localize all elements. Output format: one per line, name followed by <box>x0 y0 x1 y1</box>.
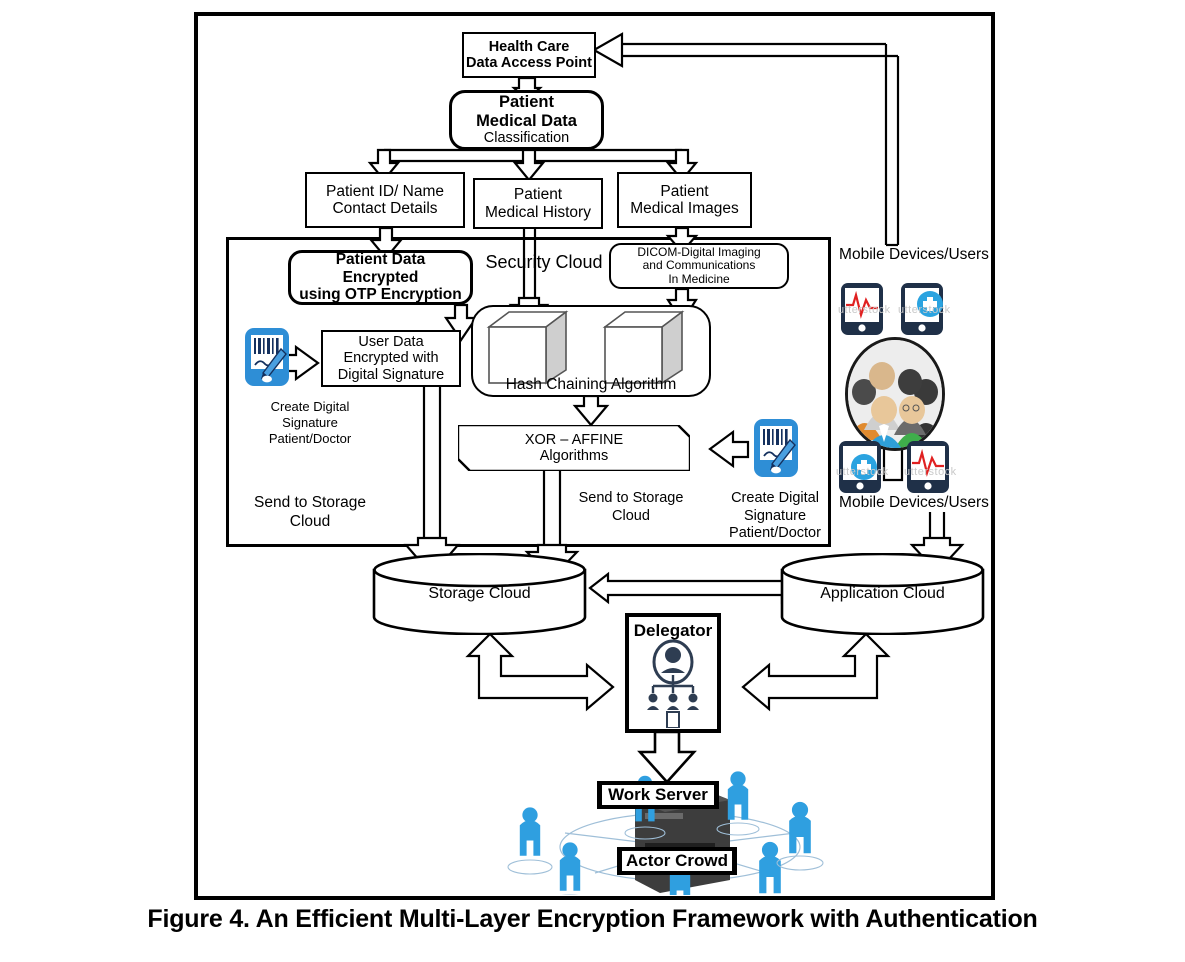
label-line: Classification <box>483 130 570 147</box>
label-line: Digital Signature <box>337 366 445 383</box>
label-line: Storage Cloud <box>428 585 531 602</box>
node-otp-encryption[interactable]: Patient Data Encrypted using OTP Encrypt… <box>288 250 473 305</box>
label-line: and Communications <box>642 258 756 273</box>
users-group-avatar <box>845 337 945 451</box>
label-line: Medical History <box>485 203 591 221</box>
label-line: Signature <box>743 507 807 524</box>
node-user-data-digital-signature[interactable]: User Data Encrypted with Digital Signatu… <box>321 330 461 387</box>
label-line: Medical Images <box>630 200 739 217</box>
node-xor-affine-algorithms[interactable]: XOR – AFFINE Algorithms <box>458 425 690 471</box>
label-mobile-devices-top: Mobile Devices/Users <box>839 246 989 263</box>
label-line: Actor Crowd <box>622 851 732 871</box>
figure-caption: Figure 4. An Efficient Multi-Layer Encry… <box>147 905 1038 933</box>
node-health-care-access-point[interactable]: Health Care Data Access Point <box>462 32 596 78</box>
label-line: Patient ID/ Name <box>325 182 445 200</box>
watermark-text-top: utterstock <box>838 304 891 316</box>
label-line: XOR – AFFINE <box>524 431 624 448</box>
node-storage-cloud[interactable]: Storage Cloud <box>372 552 587 636</box>
node-delegator[interactable]: Delegator <box>625 613 721 733</box>
label-line: Patient/Doctor <box>268 430 352 446</box>
label-line: Patient <box>498 93 554 112</box>
label-line: Patient <box>660 182 709 200</box>
label-line: DICOM-Digital Imaging <box>637 244 761 259</box>
label-line: Patient Data <box>335 251 426 269</box>
node-application-cloud[interactable]: Application Cloud <box>780 552 985 636</box>
annotation-create-signature-right: Create Digital Signature Patient/Doctor <box>710 490 840 543</box>
delegator-org-icon <box>647 639 699 729</box>
figure-canvas: .ol{fill:#ffffff;stroke:#000000;stroke-w… <box>0 0 1185 962</box>
label-line: Contact Details <box>332 200 438 217</box>
label-line: Data Access Point <box>466 55 592 71</box>
label-line: Create Digital <box>270 399 350 414</box>
watermark-text-bottom: utterstock <box>836 466 889 478</box>
label-mobile-devices-bottom: Mobile Devices/Users <box>839 494 989 511</box>
label-line: User Data <box>358 334 424 351</box>
label-line: Work Server <box>602 785 714 805</box>
label-line: Patient <box>513 186 563 204</box>
digital-signature-phone-icon-left <box>243 327 291 387</box>
label-line: Create Digital <box>731 490 819 506</box>
node-dicom[interactable]: DICOM-Digital Imaging and Communications… <box>609 243 789 289</box>
label-line: Patient/Doctor <box>729 525 821 542</box>
watermark-text-top2: utterstock <box>898 304 951 316</box>
node-patient-id-contact[interactable]: Patient ID/ Name Contact Details <box>305 172 465 228</box>
node-medical-data-classification[interactable]: Patient Medical Data Classification <box>449 90 604 150</box>
label-line: Cloud <box>612 507 650 524</box>
label-actor-crowd[interactable]: Actor Crowd <box>617 847 737 875</box>
label-line: using OTP Encryption <box>299 286 462 304</box>
label-line: Medical Data <box>476 111 577 130</box>
label-line: Application Cloud <box>820 585 945 602</box>
node-patient-medical-images[interactable]: Patient Medical Images <box>617 172 752 228</box>
label-line: Health Care <box>488 38 570 55</box>
label-line: Cloud <box>289 512 331 530</box>
label-work-server[interactable]: Work Server <box>597 781 719 809</box>
label-line: Hash Chaining Algorithm <box>505 375 677 393</box>
label-line: Signature <box>282 414 338 430</box>
annotation-send-to-storage-left: Send to Storage Cloud <box>230 494 390 532</box>
annotation-send-to-storage-middle: Send to Storage Cloud <box>566 490 696 525</box>
watermark-text-bottom2: utterstock <box>904 466 957 478</box>
label-line: Encrypted with <box>343 350 439 367</box>
label-line: Send to Storage <box>578 490 684 506</box>
label-security-cloud: Security Cloud <box>485 252 603 272</box>
label-line: Send to Storage <box>253 494 367 511</box>
label-line: Encrypted <box>342 268 419 286</box>
node-hash-chaining-algorithm[interactable]: Hash Chaining Algorithm <box>471 305 711 397</box>
label-line: In Medicine <box>668 271 730 286</box>
digital-signature-phone-icon-right <box>752 418 800 478</box>
annotation-create-signature-left: Create Digital Signature Patient/Doctor <box>230 399 390 447</box>
node-patient-medical-history[interactable]: Patient Medical History <box>473 178 603 229</box>
label-line: Algorithms <box>539 448 609 464</box>
